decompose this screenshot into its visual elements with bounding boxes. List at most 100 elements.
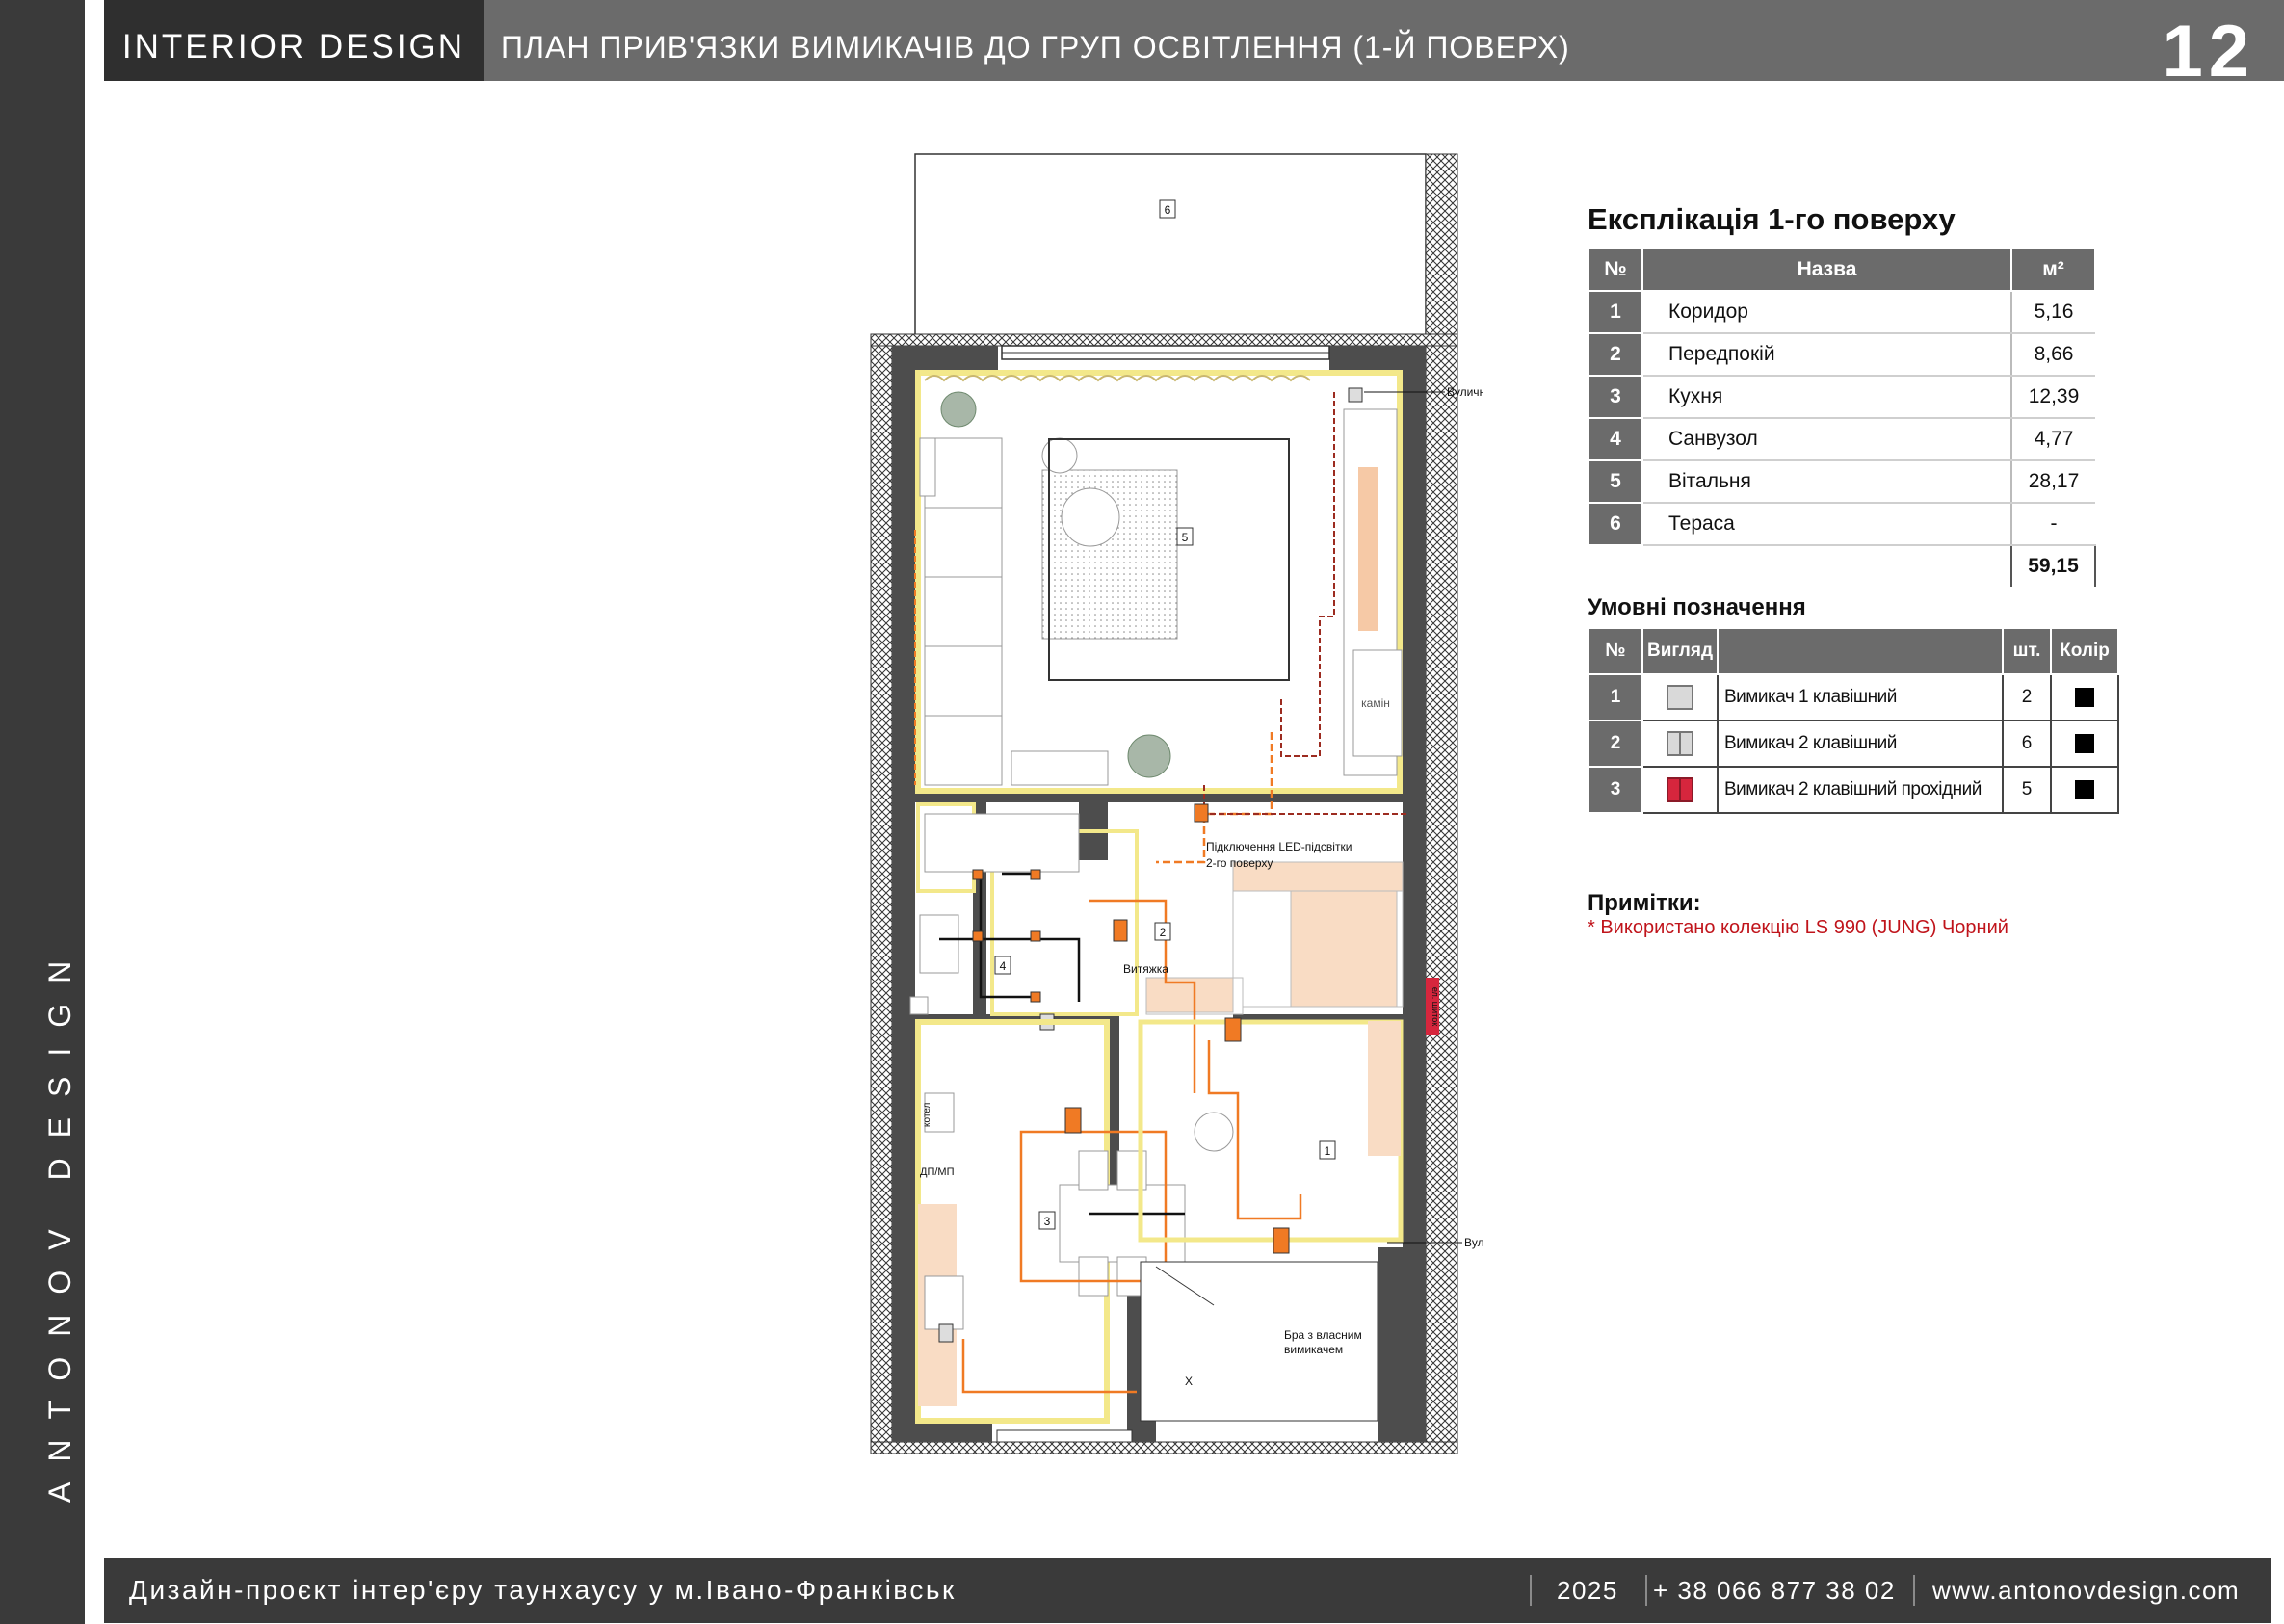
project-title: Дизайн-проєкт інтер'єру таунхаусу у м.Ів… [129, 1575, 957, 1605]
footer-divider [1913, 1575, 1915, 1606]
street-light-label: Вуличне світло [1464, 1236, 1483, 1249]
footer-phone: + 38 066 877 38 02 [1653, 1576, 1896, 1605]
legend-item-qty: 5 [2002, 766, 2052, 814]
column-header: м² [2010, 248, 2096, 292]
fireplace-label: камін [1361, 696, 1390, 710]
header-bar: INTERIOR DESIGN ПЛАН ПРИВ'ЯЗКИ ВИМИКАЧІВ… [104, 0, 2284, 92]
switch-2-key-passthrough-icon [1667, 777, 1693, 802]
room-area: 5,16 [2010, 291, 2095, 334]
row-number: 2 [1588, 332, 1643, 377]
table-row: 2 Передпокій 8,66 [1588, 332, 2095, 377]
table-row: 6 Тераса - [1588, 502, 2095, 546]
table-row: 3 Кухня 12,39 [1588, 375, 2095, 419]
page-title: ПЛАН ПРИВ'ЯЗКИ ВИМИКАЧІВ ДО ГРУП ОСВІТЛЕ… [501, 30, 1570, 65]
floor-plan: камін ел. щиток 6 5 2 4 3 1 Вуличн Вул П… [870, 153, 1483, 1454]
switch-symbol [1273, 1227, 1290, 1254]
plant [940, 391, 977, 428]
explication-title: Експлікація 1-го поверху [1588, 202, 1956, 236]
switch-symbol [1064, 1107, 1082, 1134]
sidebar-brand-text: ANTONOV DESIGN [42, 940, 77, 1503]
x-mark: X [1185, 1375, 1193, 1388]
notes-title: Примітки: [1588, 890, 1701, 916]
room-name: Вітальня [1642, 460, 2011, 504]
row-number: 2 [1588, 720, 1643, 768]
column-header: № [1588, 248, 1643, 292]
room-area: 28,17 [2010, 460, 2095, 504]
header-brand: INTERIOR DESIGN [104, 0, 484, 81]
footer-website[interactable]: www.antonovdesign.com [1932, 1558, 2240, 1623]
room-tag: 2 [1160, 926, 1167, 939]
led-connection-label: 2-го поверху [1206, 856, 1273, 870]
column-header: шт. [2002, 627, 2052, 675]
row-number: 1 [1588, 290, 1643, 334]
street-light-label: Вуличне світло [1447, 385, 1483, 399]
room-name: Тераса [1642, 503, 2011, 546]
table-row: 4 Санвузол 4,77 [1588, 417, 2095, 461]
switch-1-key-icon [1667, 685, 1693, 710]
explication-table: № Назва м² 1 Коридор 5,16 2 Передпокій 8… [1588, 248, 2096, 587]
room-name: Передпокій [1642, 333, 2011, 377]
room-tag: 3 [1044, 1215, 1051, 1228]
footer-bar: Дизайн-проєкт інтер'єру таунхаусу у м.Ів… [104, 1558, 2271, 1623]
led-connection-label: Підключення LED-підсвітки [1206, 840, 1352, 853]
column-header: Назва [1641, 248, 2012, 292]
room-tag: 6 [1165, 203, 1171, 217]
bathroom-fixtures [909, 813, 1080, 1015]
color-swatch [2075, 779, 2094, 799]
hood-label: Витяжка [1123, 962, 1168, 976]
switch-symbol [938, 1323, 954, 1343]
room-area: 8,66 [2010, 333, 2095, 377]
row-number: 3 [1588, 375, 1643, 419]
legend-title: Умовні позначення [1588, 594, 1806, 620]
sconce-label: Бра з власним [1284, 1328, 1362, 1342]
room-name: Коридор [1642, 291, 2011, 334]
outer-wall-left [870, 333, 893, 1454]
plant [1127, 734, 1171, 778]
column-header: № [1588, 627, 1643, 675]
switch-symbol [1348, 387, 1363, 403]
sconce-label: вимикачем [1284, 1343, 1343, 1356]
row-number: 5 [1588, 459, 1643, 504]
room-tag: 4 [1000, 959, 1007, 973]
room-area: - [2010, 503, 2095, 546]
total-area: 59,15 [2010, 544, 2096, 587]
footer-year: 2025 [1557, 1576, 1618, 1605]
dp-mp-label: ДП/МП [920, 1166, 955, 1178]
row-number: 6 [1588, 502, 1643, 546]
legend-item-name: Вимикач 2 клавішний прохідний [1717, 766, 2004, 814]
table-row: 1 Вимикач 1 клавішний 2 [1588, 673, 2119, 721]
staircase [1145, 861, 1404, 1015]
legend-table: № Вигляд шт. Колір 1 Вимикач 1 клавішний… [1588, 627, 2119, 814]
boiler-label: котел [922, 1102, 932, 1127]
color-swatch [2075, 733, 2094, 753]
table-row: 2 Вимикач 2 клавішний 6 [1588, 720, 2119, 768]
switch-symbol [1113, 919, 1128, 942]
column-header [1717, 627, 2004, 675]
table-row: 1 Коридор 5,16 [1588, 290, 2095, 334]
row-number: 1 [1588, 673, 1643, 721]
room-area: 12,39 [2010, 376, 2095, 419]
room-name: Санвузол [1642, 418, 2011, 461]
switch-2-key-icon [1667, 731, 1693, 756]
footer-divider [1645, 1575, 1647, 1606]
bottom-window [996, 1429, 1133, 1443]
total-row: 59,15 [1588, 544, 2096, 587]
outer-wall-right [1425, 333, 1458, 1454]
room-name: Кухня [1642, 376, 2011, 419]
outer-wall-top [870, 333, 1458, 347]
switch-symbol [1224, 1017, 1242, 1042]
row-number: 4 [1588, 417, 1643, 461]
switch-symbol [1194, 803, 1209, 823]
color-swatch [2075, 687, 2094, 707]
room-tag: 1 [1325, 1144, 1331, 1158]
outer-wall-bottom [870, 1441, 1458, 1454]
room-area: 4,77 [2010, 418, 2095, 461]
column-header: Вигляд [1641, 627, 1719, 675]
row-number: 3 [1588, 766, 1643, 814]
notes-text: * Використано колекцію LS 990 (JUNG) Чор… [1588, 917, 2008, 938]
table-row: 5 Вітальня 28,17 [1588, 459, 2095, 504]
terrace-hatch-wall [1425, 153, 1458, 338]
panel-label: ел. щиток [1431, 987, 1440, 1026]
legend-item-name: Вимикач 1 клавішний [1717, 673, 2004, 721]
legend-item-name: Вимикач 2 клавішний [1717, 720, 2004, 768]
